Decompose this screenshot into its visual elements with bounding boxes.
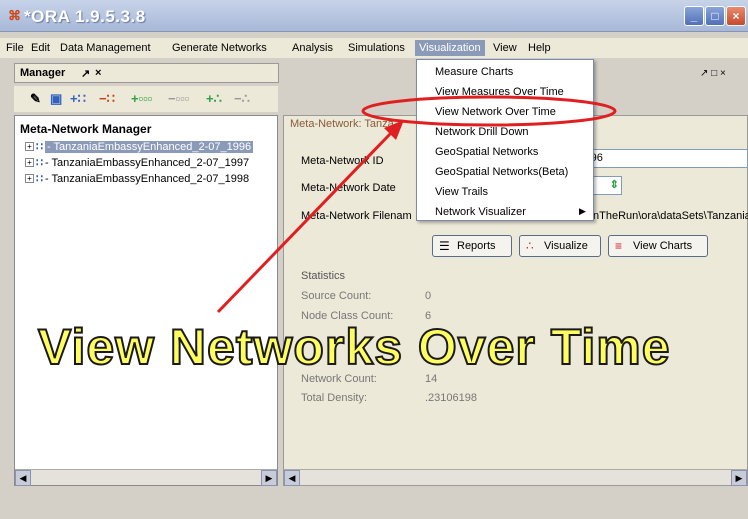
pointer-arrow [216,130,394,314]
highlight-ring [361,95,617,127]
overlay-caption: View Networks Over Time [37,318,671,376]
annotation-layer [216,95,617,314]
